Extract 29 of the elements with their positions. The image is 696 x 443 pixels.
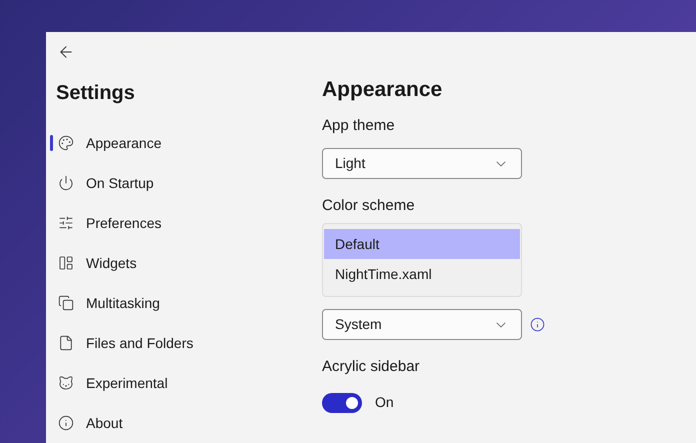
sidebar-item[interactable]: Appearance	[46, 123, 322, 163]
dropdown-option[interactable]: Default	[324, 229, 520, 259]
sidebar-item[interactable]: Preferences	[46, 203, 322, 243]
sidebar-item[interactable]: Experimental	[46, 363, 322, 403]
info-icon[interactable]	[530, 317, 545, 332]
toggle-switch[interactable]	[322, 392, 362, 412]
window-title: Settings	[56, 81, 136, 106]
dropdown[interactable]: System	[322, 309, 522, 340]
dropdown-option[interactable]: NightTime.xaml	[324, 259, 520, 289]
sidebar-item[interactable]: On Startup	[46, 163, 322, 203]
sidebar-item[interactable]: Widgets	[46, 243, 322, 283]
dropdown[interactable]: Light	[322, 148, 522, 179]
cat-icon	[58, 375, 74, 391]
field-label: Acrylic sidebar	[322, 357, 421, 377]
toggle-state-text: On	[375, 393, 394, 412]
palette-icon	[58, 135, 74, 151]
sidebar-item[interactable]: About	[46, 403, 322, 443]
stacked-squares-icon	[58, 295, 74, 311]
grid-icon	[58, 255, 74, 271]
toggle-thumb	[346, 396, 358, 408]
sidebar-item[interactable]: Multitasking	[46, 283, 322, 323]
power-icon	[58, 175, 74, 191]
sliders-icon	[58, 215, 74, 231]
field-label: Color scheme	[322, 196, 416, 216]
info-icon	[58, 415, 74, 431]
sidebar-item[interactable]: Files and Folders	[46, 323, 322, 363]
field-label: App theme	[322, 116, 396, 136]
page-heading: Appearance	[322, 77, 444, 103]
file-icon	[58, 335, 74, 351]
